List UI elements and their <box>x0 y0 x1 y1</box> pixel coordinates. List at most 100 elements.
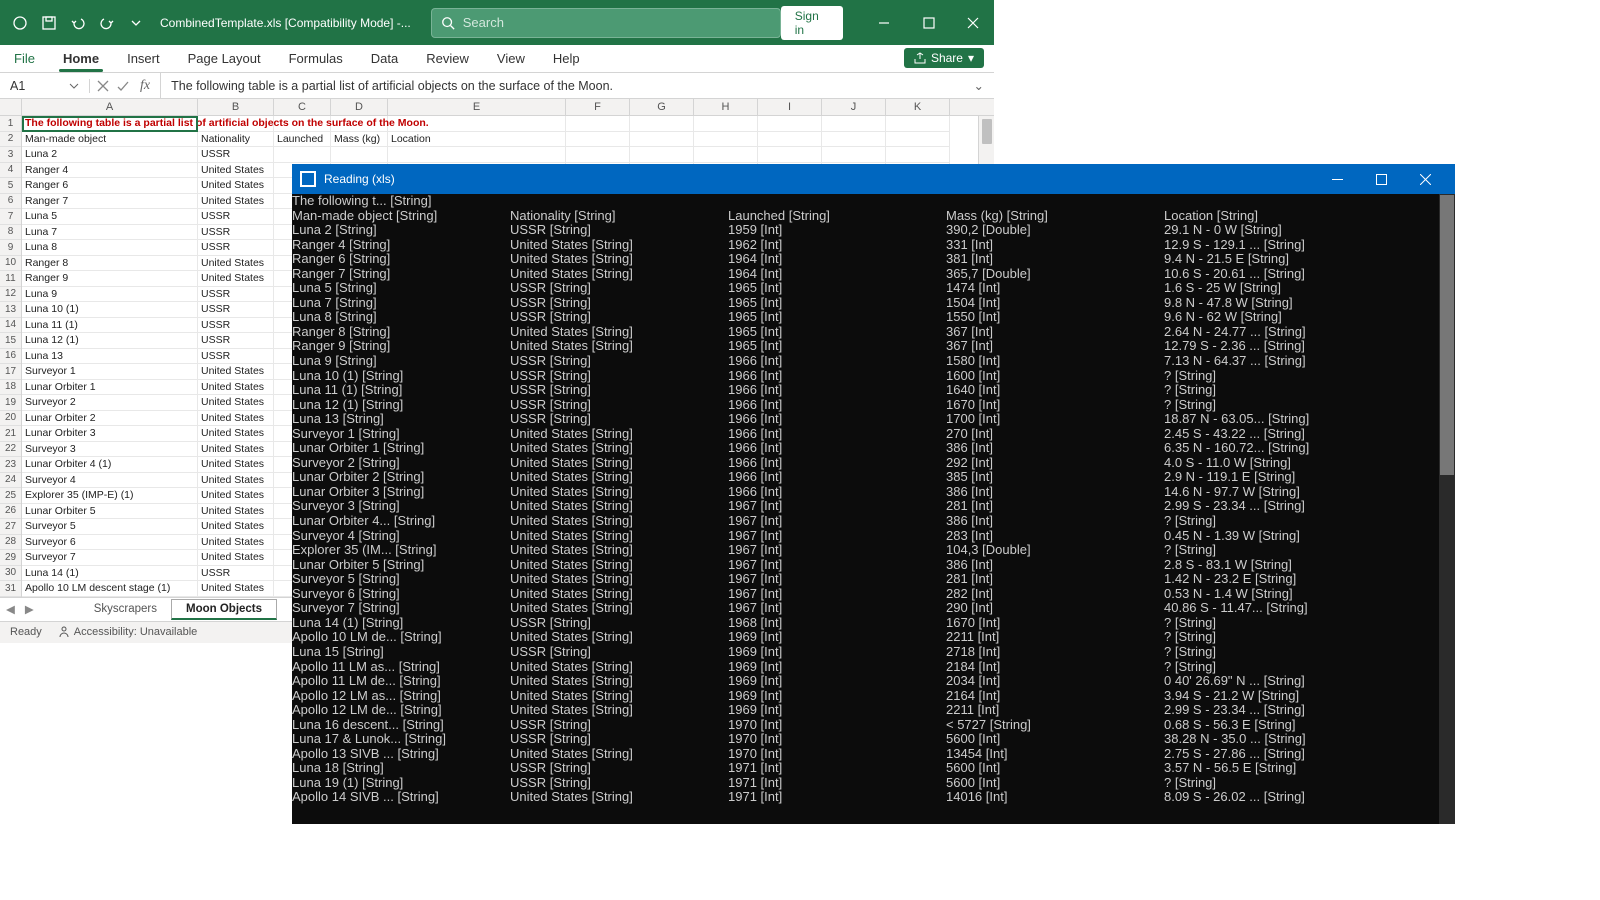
row-number[interactable]: 30 <box>0 566 21 582</box>
cell[interactable]: Surveyor 2 <box>22 395 198 411</box>
sheet-next-icon[interactable]: ▶ <box>25 602 34 616</box>
cell[interactable]: USSR <box>198 333 274 349</box>
row-number[interactable]: 20 <box>0 411 21 427</box>
cell[interactable] <box>886 147 950 163</box>
cell[interactable]: USSR <box>198 287 274 303</box>
column-header-G[interactable]: G <box>630 99 694 115</box>
cell[interactable] <box>758 116 822 132</box>
console-maximize-button[interactable] <box>1359 164 1403 194</box>
column-header-A[interactable]: A <box>22 99 198 115</box>
cell[interactable]: Lunar Orbiter 1 <box>22 380 198 396</box>
ribbon-tab-review[interactable]: Review <box>422 47 473 72</box>
ribbon-tab-file[interactable]: File <box>10 47 39 72</box>
cell[interactable] <box>274 147 331 163</box>
cell[interactable]: Luna 12 (1) <box>22 333 198 349</box>
cell[interactable]: United States <box>198 271 274 287</box>
ribbon-tab-insert[interactable]: Insert <box>123 47 164 72</box>
console-scrollbar-thumb[interactable] <box>1440 195 1454 475</box>
formula-input[interactable]: The following table is a partial list of… <box>160 73 994 98</box>
cell[interactable] <box>694 132 758 148</box>
cell[interactable]: Luna 5 <box>22 209 198 225</box>
cell[interactable]: Ranger 6 <box>22 178 198 194</box>
cell[interactable] <box>388 147 566 163</box>
cell[interactable]: United States <box>198 395 274 411</box>
save-icon[interactable] <box>35 9 63 37</box>
row-number[interactable]: 3 <box>0 147 21 163</box>
cell[interactable]: Ranger 7 <box>22 194 198 210</box>
row-number[interactable]: 12 <box>0 287 21 303</box>
cell[interactable]: USSR <box>198 566 274 582</box>
console-scrollbar[interactable] <box>1439 194 1455 824</box>
row-number[interactable]: 29 <box>0 550 21 566</box>
cell[interactable]: United States <box>198 550 274 566</box>
cell[interactable]: USSR <box>198 225 274 241</box>
cell[interactable] <box>630 132 694 148</box>
row-number[interactable]: 15 <box>0 333 21 349</box>
ribbon-tab-data[interactable]: Data <box>367 47 402 72</box>
sign-in-button[interactable]: Sign in <box>781 6 843 40</box>
share-button[interactable]: Share ▾ <box>904 48 984 68</box>
close-button[interactable] <box>952 8 995 38</box>
row-number[interactable]: 13 <box>0 302 21 318</box>
row-number[interactable]: 28 <box>0 535 21 551</box>
cell[interactable] <box>630 116 694 132</box>
cell[interactable]: Luna 9 <box>22 287 198 303</box>
console-close-button[interactable] <box>1403 164 1447 194</box>
row-number[interactable]: 4 <box>0 163 21 179</box>
column-header-E[interactable]: E <box>388 99 566 115</box>
cell[interactable]: Lunar Orbiter 3 <box>22 426 198 442</box>
search-box[interactable]: Search <box>431 8 781 38</box>
dropdown-icon[interactable] <box>122 9 150 37</box>
cell[interactable]: United States <box>198 488 274 504</box>
row-number[interactable]: 7 <box>0 209 21 225</box>
ribbon-tab-view[interactable]: View <box>493 47 529 72</box>
column-header-B[interactable]: B <box>198 99 274 115</box>
cell[interactable]: The following table is a partial list of… <box>22 116 198 132</box>
row-number[interactable]: 19 <box>0 395 21 411</box>
sheet-prev-icon[interactable]: ◀ <box>6 602 15 616</box>
ribbon-tab-help[interactable]: Help <box>549 47 584 72</box>
cell[interactable]: Apollo 10 LM descent stage (1) <box>22 581 198 597</box>
cell[interactable] <box>566 132 630 148</box>
console-body[interactable]: The following t... [String]Man-made obje… <box>292 194 1455 824</box>
row-number[interactable]: 18 <box>0 380 21 396</box>
cell[interactable]: United States <box>198 581 274 597</box>
row-number[interactable]: 11 <box>0 271 21 287</box>
cell[interactable]: Nationality <box>198 132 274 148</box>
cell[interactable]: Surveyor 5 <box>22 519 198 535</box>
cell[interactable] <box>630 147 694 163</box>
cell[interactable] <box>566 116 630 132</box>
row-number[interactable]: 8 <box>0 225 21 241</box>
ribbon-tab-formulas[interactable]: Formulas <box>285 47 347 72</box>
cell[interactable] <box>694 147 758 163</box>
name-box[interactable]: A1 <box>0 79 90 93</box>
row-number[interactable]: 14 <box>0 318 21 334</box>
cell[interactable]: Luna 2 <box>22 147 198 163</box>
row-number[interactable]: 6 <box>0 194 21 210</box>
cell[interactable]: Ranger 9 <box>22 271 198 287</box>
column-header-J[interactable]: J <box>822 99 886 115</box>
row-number[interactable]: 22 <box>0 442 21 458</box>
cell[interactable]: United States <box>198 364 274 380</box>
row-number[interactable]: 2 <box>0 132 21 148</box>
cell[interactable]: United States <box>198 442 274 458</box>
cell[interactable] <box>331 147 388 163</box>
cell[interactable]: Luna 7 <box>22 225 198 241</box>
ribbon-tab-page-layout[interactable]: Page Layout <box>184 47 265 72</box>
cell[interactable] <box>694 116 758 132</box>
cell[interactable]: Luna 11 (1) <box>22 318 198 334</box>
cell[interactable]: United States <box>198 178 274 194</box>
scrollbar-thumb[interactable] <box>982 119 992 144</box>
cell[interactable]: Luna 14 (1) <box>22 566 198 582</box>
cell[interactable]: Location <box>388 132 566 148</box>
cell[interactable] <box>758 132 822 148</box>
cell[interactable]: United States <box>198 194 274 210</box>
column-header-C[interactable]: C <box>274 99 331 115</box>
minimize-button[interactable] <box>863 8 906 38</box>
cell[interactable]: USSR <box>198 349 274 365</box>
row-number[interactable]: 23 <box>0 457 21 473</box>
cell[interactable]: Man-made object <box>22 132 198 148</box>
accept-icon[interactable] <box>116 79 130 93</box>
row-number[interactable]: 17 <box>0 364 21 380</box>
cell[interactable]: Luna 8 <box>22 240 198 256</box>
